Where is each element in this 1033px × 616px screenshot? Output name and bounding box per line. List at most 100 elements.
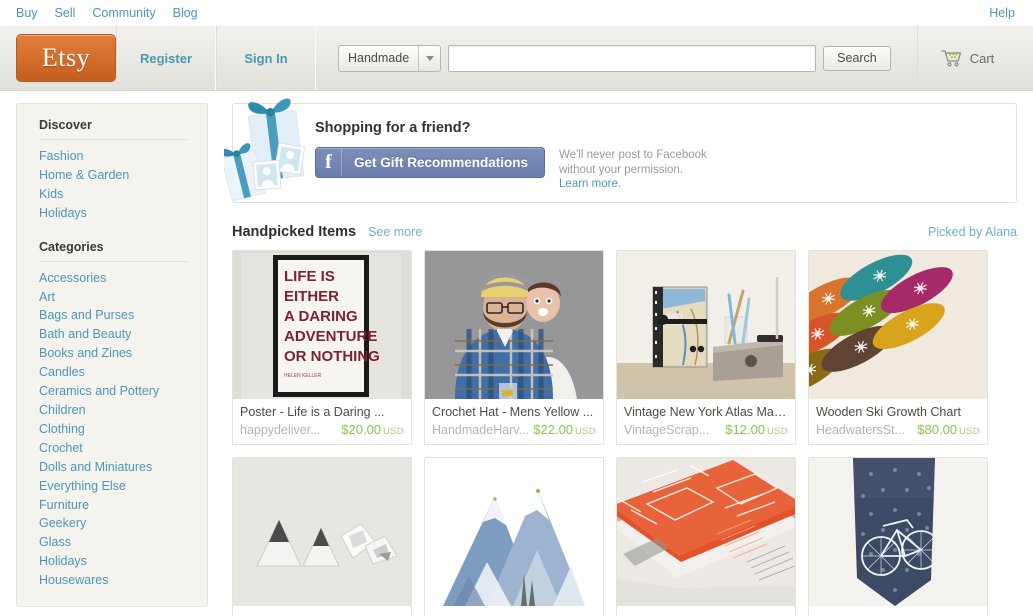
- cart-button[interactable]: Cart: [917, 26, 1017, 90]
- top-utility-nav: Buy Sell Community Blog Help: [0, 0, 1033, 26]
- product-title: Poster - Life is a Daring ...: [240, 405, 385, 419]
- sidebar-item-clothing[interactable]: Clothing: [39, 420, 187, 439]
- search-area: Handmade Search: [338, 26, 917, 90]
- product-card[interactable]: [424, 457, 604, 616]
- handpicked-grid: LIFE IS EITHER A DARING ADVENTURE OR NOT…: [232, 250, 1017, 616]
- page-body: Discover Fashion Home & Garden Kids Holi…: [0, 91, 1033, 616]
- site-header: Etsy Register Sign In Handmade Search Ca…: [0, 26, 1033, 91]
- product-price-amount: $80.00: [917, 422, 958, 437]
- learn-more-link[interactable]: Learn more: [559, 178, 618, 190]
- sidebar-item-home-garden[interactable]: Home & Garden: [39, 166, 187, 185]
- privacy-note-line3: Learn more.: [559, 177, 707, 192]
- sidebar-item-holidays-category[interactable]: Holidays: [39, 552, 187, 571]
- sidebar-item-everything-else[interactable]: Everything Else: [39, 477, 187, 496]
- product-shop-price-row: HeadwatersSt... $80.00 USD: [816, 422, 980, 437]
- sidebar-item-accessories[interactable]: Accessories: [39, 269, 187, 288]
- get-gift-recommendations-label: Get Gift Recommendations: [354, 155, 529, 170]
- product-card[interactable]: Wooden Ski Growth Chart HeadwatersSt... …: [808, 250, 988, 445]
- banner-heading: Shopping for a friend?: [315, 120, 471, 136]
- product-card[interactable]: LIFE IS EITHER A DARING ADVENTURE OR NOT…: [232, 250, 412, 445]
- svg-text:A DARING: A DARING: [284, 308, 358, 325]
- gift-banner-zone: Shopping for a friend? f Get Gift Recomm…: [224, 98, 1017, 203]
- sidebar-item-glass[interactable]: Glass: [39, 533, 187, 552]
- handpicked-title: Handpicked Items: [232, 224, 357, 240]
- product-meta: [617, 606, 795, 616]
- sidebar-item-kids[interactable]: Kids: [39, 185, 187, 204]
- sidebar-item-bath-and-beauty[interactable]: Bath and Beauty: [39, 325, 187, 344]
- privacy-note-line1: We'll never post to Facebook: [559, 149, 707, 161]
- sidebar-item-dolls-and-miniatures[interactable]: Dolls and Miniatures: [39, 458, 187, 477]
- sidebar-item-geekery[interactable]: Geekery: [39, 514, 187, 533]
- product-price-amount: $20.00: [341, 422, 382, 437]
- main-content: Shopping for a friend? f Get Gift Recomm…: [224, 98, 1017, 616]
- product-shop-name: VintageScrap...: [624, 423, 710, 437]
- product-meta: Wooden Ski Growth Chart HeadwatersSt... …: [809, 399, 987, 444]
- shopping-cart-icon: [941, 49, 963, 67]
- svg-text:EITHER: EITHER: [284, 288, 339, 305]
- product-thumbnail: LIFE IS EITHER A DARING ADVENTURE OR NOT…: [233, 251, 411, 399]
- svg-text:LIFE IS: LIFE IS: [284, 268, 335, 285]
- privacy-note-line2: without your permission.: [559, 163, 684, 176]
- signin-label: Sign In: [244, 50, 288, 66]
- sidebar-item-books-and-zines[interactable]: Books and Zines: [39, 344, 187, 363]
- picked-by-link[interactable]: Picked by Alana: [928, 225, 1017, 239]
- etsy-logo[interactable]: Etsy: [16, 34, 116, 82]
- see-more-link[interactable]: See more: [368, 225, 422, 239]
- product-meta: Crochet Hat - Mens Yellow ... HandmadeHa…: [425, 399, 603, 444]
- search-button[interactable]: Search: [823, 45, 891, 71]
- topnav-link-buy[interactable]: Buy: [16, 6, 38, 20]
- product-shop-price-row: [432, 612, 596, 616]
- sidebar-item-ceramics-and-pottery[interactable]: Ceramics and Pottery: [39, 382, 187, 401]
- topnav-link-community[interactable]: Community: [92, 6, 155, 20]
- sidebar-item-candles[interactable]: Candles: [39, 363, 187, 382]
- search-category-value: Handmade: [348, 51, 410, 65]
- sidebar-item-housewares[interactable]: Housewares: [39, 571, 187, 590]
- learn-more-period: .: [617, 178, 622, 190]
- product-price: $22.00 USD: [533, 422, 596, 437]
- gift-boxes-icon: [224, 91, 320, 201]
- sidebar-item-fashion[interactable]: Fashion: [39, 147, 187, 166]
- product-price-currency: USD: [383, 426, 404, 437]
- etsy-logo-text: Etsy: [41, 43, 91, 72]
- product-shop-price-row: happydeliver... $20.00 USD: [240, 422, 404, 437]
- product-card[interactable]: [808, 457, 988, 616]
- product-price-currency: USD: [767, 426, 788, 437]
- product-price-amount: $22.00: [533, 422, 574, 437]
- search-category-select[interactable]: Handmade: [338, 44, 442, 72]
- topnav-link-sell[interactable]: Sell: [55, 6, 76, 20]
- sidebar-item-holidays[interactable]: Holidays: [39, 204, 187, 223]
- signin-button[interactable]: Sign In: [216, 26, 316, 90]
- sidebar-divider-discover: [39, 139, 187, 140]
- product-card[interactable]: Crochet Hat - Mens Yellow ... HandmadeHa…: [424, 250, 604, 445]
- sidebar-item-art[interactable]: Art: [39, 288, 187, 307]
- product-shop-price-row: [624, 612, 788, 616]
- sidebar-heading-discover: Discover: [39, 118, 92, 132]
- sidebar-divider-categories: [39, 260, 187, 262]
- product-thumbnail: [233, 458, 411, 606]
- sidebar-item-crochet[interactable]: Crochet: [39, 439, 187, 458]
- product-shop-name: HandmadeHarv...: [432, 423, 530, 437]
- sidebar-item-bags-and-purses[interactable]: Bags and Purses: [39, 306, 187, 325]
- gift-recommendations-banner: Shopping for a friend? f Get Gift Recomm…: [232, 103, 1017, 203]
- product-card[interactable]: [232, 457, 412, 616]
- product-card[interactable]: Vintage New York Atlas Map... VintageScr…: [616, 250, 796, 445]
- product-shop-price-row: HandmadeHarv... $22.00 USD: [432, 422, 596, 437]
- product-title: Vintage New York Atlas Map...: [624, 405, 788, 419]
- topnav-link-blog[interactable]: Blog: [173, 6, 198, 20]
- sidebar-item-children[interactable]: Children: [39, 401, 187, 420]
- topnav-link-help[interactable]: Help: [989, 6, 1015, 20]
- register-button[interactable]: Register: [116, 26, 216, 90]
- product-meta: [425, 606, 603, 616]
- search-input[interactable]: [448, 44, 817, 72]
- product-shop-price-row: [240, 612, 404, 616]
- product-price: [594, 612, 596, 616]
- product-card[interactable]: [616, 457, 796, 616]
- product-shop-price-row: [816, 612, 980, 616]
- sidebar-item-furniture[interactable]: Furniture: [39, 496, 187, 515]
- product-meta: Poster - Life is a Daring ... happydeliv…: [233, 399, 411, 444]
- product-price: $12.00 USD: [725, 422, 788, 437]
- product-price-currency: USD: [959, 426, 980, 437]
- product-meta: [233, 606, 411, 616]
- cart-label: Cart: [969, 50, 995, 66]
- get-gift-recommendations-button[interactable]: f Get Gift Recommendations: [315, 147, 546, 178]
